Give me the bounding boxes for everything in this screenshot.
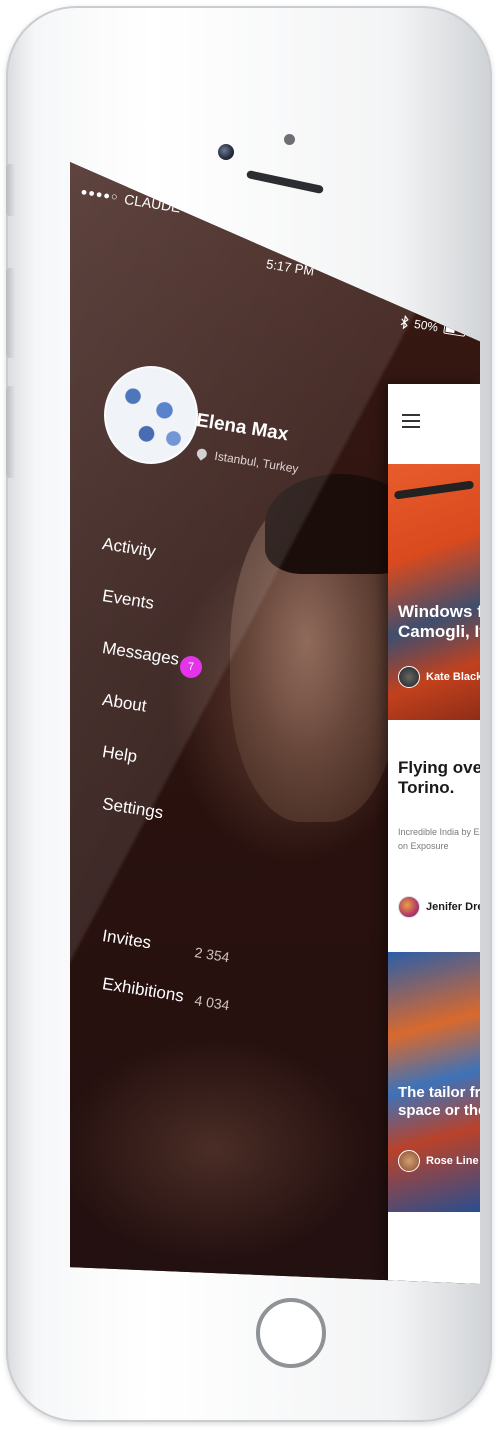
author-avatar <box>398 666 420 688</box>
card-artwork-stroke <box>393 480 475 500</box>
author-avatar <box>398 1150 420 1172</box>
earpiece-speaker <box>246 169 324 195</box>
volume-up-button <box>6 268 16 358</box>
screen: ●●●●○ CLAUDE 5:17 PM 50% Elena Max Istan… <box>70 162 480 1284</box>
hamburger-icon[interactable] <box>402 414 420 432</box>
card-author[interactable]: Kate Black <box>398 666 480 688</box>
feed-card[interactable]: The tailor fro space or the Rose Line <box>388 952 480 1212</box>
bluetooth-icon <box>400 314 409 330</box>
battery-icon <box>443 323 467 337</box>
phone-frame: ●●●●○ CLAUDE 5:17 PM 50% Elena Max Istan… <box>6 6 492 1422</box>
volume-down-button <box>6 386 16 478</box>
wifi-icon <box>187 204 203 216</box>
card-author[interactable]: Jenifer Dre <box>398 896 480 918</box>
pin-icon <box>194 446 209 461</box>
card-title: The tailor fro space or the <box>398 1084 480 1119</box>
card-feed-panel[interactable]: Windows fr Camogli, Ita Kate Black Flyin… <box>388 384 480 1284</box>
front-camera <box>218 144 234 160</box>
card-description: Incredible India by E on Exposure <box>398 827 480 851</box>
feed-card[interactable]: Windows fr Camogli, Ita Kate Black <box>388 464 480 720</box>
author-name: Rose Line <box>426 1155 479 1167</box>
card-author[interactable]: Rose Line <box>398 1150 479 1172</box>
author-name: Jenifer Dre <box>426 901 480 913</box>
feed-card[interactable]: Flying over Torino. Incredible India by … <box>388 720 480 952</box>
avatar[interactable] <box>104 366 198 464</box>
proximity-sensor <box>284 134 295 145</box>
card-title: Flying over Torino. <box>398 758 480 797</box>
mute-switch <box>6 164 16 216</box>
messages-badge: 7 <box>180 656 202 678</box>
author-avatar <box>398 896 420 918</box>
author-name: Kate Black <box>426 671 480 683</box>
home-button[interactable] <box>256 1298 326 1368</box>
battery-tip <box>466 330 469 335</box>
card-title: Windows fr Camogli, Ita <box>398 602 480 641</box>
